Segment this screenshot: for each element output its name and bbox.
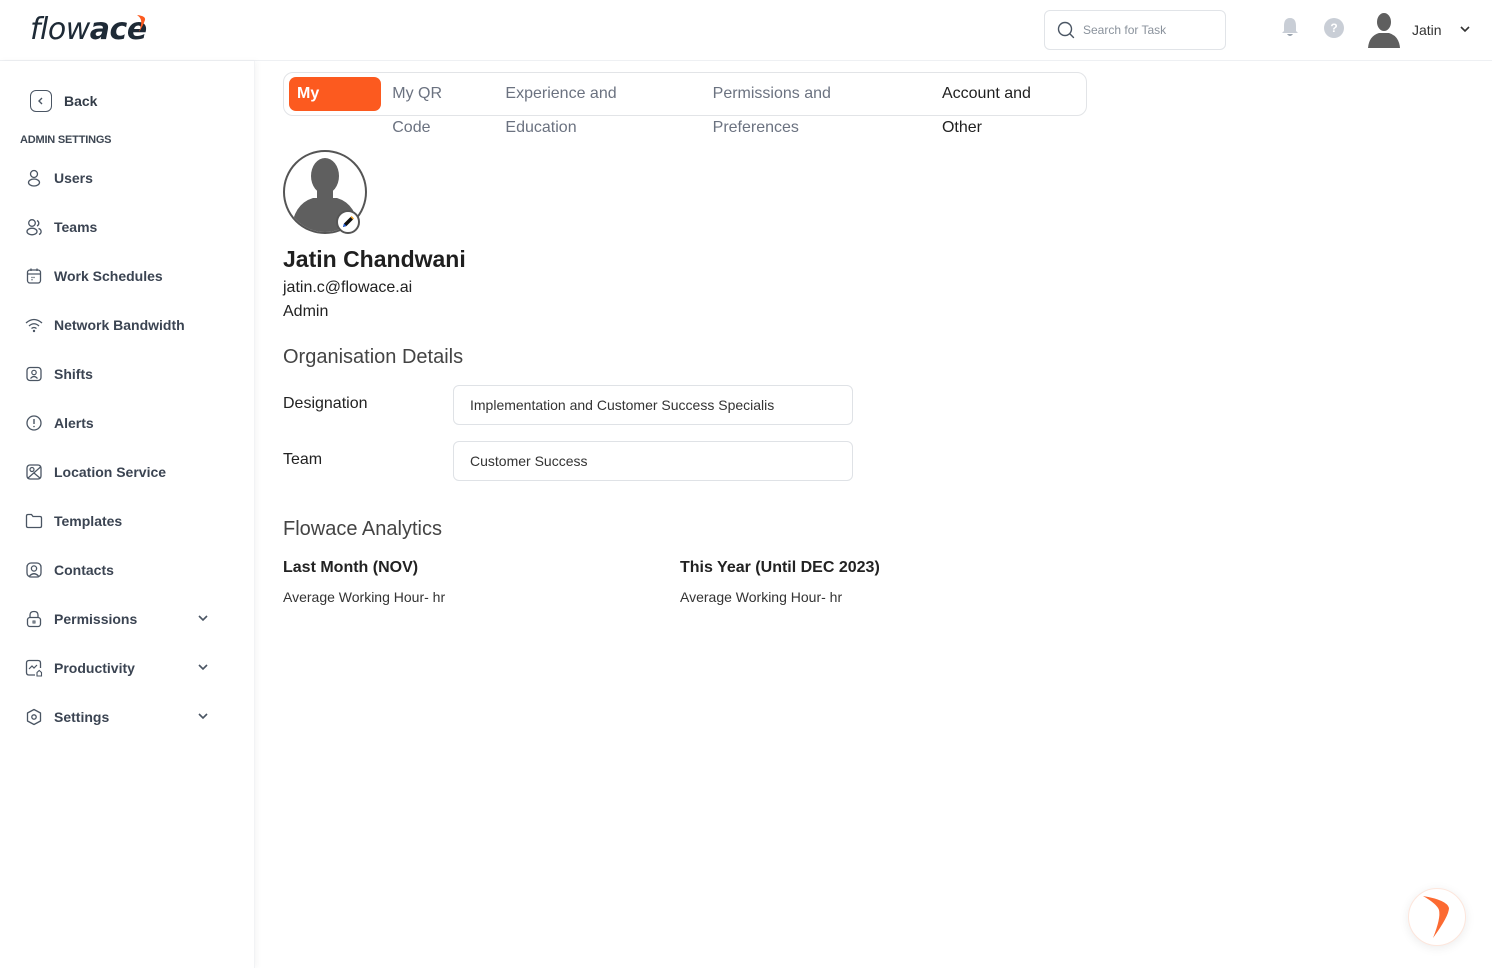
this-year-title: This Year (Until DEC 2023) [680, 559, 880, 576]
user-name[interactable]: Jatin [1412, 22, 1442, 38]
sidebar-item-label: Work Schedules [54, 268, 163, 284]
sidebar-item-shifts[interactable]: Shifts [25, 362, 225, 386]
edit-avatar-button[interactable] [336, 210, 360, 234]
sidebar-item-templates[interactable]: Templates [25, 509, 225, 533]
flowace-assistant-icon [1423, 896, 1449, 938]
folder-icon [25, 512, 43, 530]
sidebar-item-permissions[interactable]: Permissions [25, 607, 225, 631]
calendar-icon [25, 267, 43, 285]
alert-icon [25, 414, 43, 432]
sidebar-item-users[interactable]: Users [25, 166, 225, 190]
tab-experience-and-education[interactable]: Experience and Education [495, 77, 701, 136]
flowace-analytics-heading: Flowace Analytics [283, 518, 442, 540]
profile-name: Jatin Chandwani [283, 246, 466, 272]
search-icon [1057, 21, 1075, 39]
chevron-down-icon[interactable] [197, 711, 209, 721]
back-label: Back [64, 93, 98, 109]
sidebar-item-label: Alerts [54, 415, 94, 431]
sidebar-item-network-bandwidth[interactable]: Network Bandwidth [25, 313, 225, 337]
flowace-logo[interactable]: flowace [30, 10, 147, 47]
location-map-icon [25, 463, 43, 481]
wifi-icon [25, 316, 43, 334]
settings-hexagon-icon [25, 708, 43, 726]
assistant-button[interactable] [1408, 888, 1466, 946]
tab-my-qr-code[interactable]: My QR Code [382, 77, 494, 136]
team-label: Team [283, 451, 323, 468]
productivity-chart-icon [25, 659, 43, 677]
sidebar-item-label: Settings [54, 709, 110, 725]
sidebar-item-work-schedules[interactable]: Work Schedules [25, 264, 225, 288]
pencil-icon [343, 216, 354, 227]
user-icon [25, 169, 43, 187]
profile-role: Admin [283, 303, 329, 320]
sidebar-item-label: Teams [54, 219, 98, 235]
admin-settings-heading: ADMIN SETTINGS [20, 134, 112, 146]
lock-icon [25, 610, 43, 628]
sidebar-item-productivity[interactable]: Productivity [25, 656, 225, 680]
tab-account-and-other[interactable]: Account and Other [932, 77, 1085, 136]
sidebar-item-label: Network Bandwidth [54, 317, 185, 333]
teams-icon [25, 218, 43, 236]
sidebar-item-label: Productivity [54, 660, 135, 676]
last-month-average-hours: Average Working Hour- hr [283, 589, 446, 605]
sidebar-item-label: Contacts [54, 562, 114, 578]
sidebar-item-label: Permissions [54, 611, 138, 627]
last-month-title: Last Month (NOV) [283, 559, 419, 576]
chevron-down-icon[interactable] [1459, 24, 1471, 34]
organisation-details-heading: Organisation Details [283, 346, 464, 368]
user-avatar-icon[interactable] [1366, 12, 1402, 48]
sidebar-item-label: Location Service [54, 464, 167, 480]
sidebar-item-label: Shifts [54, 366, 93, 382]
designation-field[interactable] [453, 385, 853, 425]
designation-label: Designation [283, 395, 368, 412]
team-field[interactable] [453, 441, 853, 481]
search-input[interactable] [1083, 23, 1213, 37]
sidebar-item-teams[interactable]: Teams [25, 215, 225, 239]
tab-permissions-and-preferences[interactable]: Permissions and Preferences [703, 77, 931, 136]
sidebar: Back ADMIN SETTINGS Users Teams Work Sch… [0, 61, 255, 968]
search-box[interactable] [1044, 10, 1226, 50]
back-button[interactable]: Back [30, 90, 97, 112]
sidebar-item-alerts[interactable]: Alerts [25, 411, 225, 435]
this-year-average-hours: Average Working Hour- hr [680, 589, 843, 605]
tab-my-profile[interactable]: My Profile [289, 77, 382, 136]
chevron-left-icon [30, 90, 52, 112]
chevron-down-icon[interactable] [197, 662, 209, 672]
sidebar-item-label: Users [54, 170, 93, 186]
sidebar-item-label: Templates [54, 513, 123, 529]
sidebar-item-settings[interactable]: Settings [25, 705, 225, 729]
profile-email: jatin.c@flowace.ai [283, 279, 413, 296]
logo-mark-icon [137, 15, 146, 32]
sidebar-item-location-service[interactable]: Location Service [25, 460, 225, 484]
help-icon[interactable]: ? [1324, 18, 1344, 38]
contact-icon [25, 561, 43, 579]
bell-icon[interactable] [1280, 17, 1300, 39]
top-bar: flowace ? Jatin [0, 0, 1492, 61]
sidebar-item-contacts[interactable]: Contacts [25, 558, 225, 582]
chevron-down-icon[interactable] [197, 613, 209, 623]
logo-text-light: flow [30, 12, 90, 47]
profile-tabs: My Profile My QR Code Experience and Edu… [283, 72, 1087, 136]
shift-badge-icon [25, 365, 43, 383]
